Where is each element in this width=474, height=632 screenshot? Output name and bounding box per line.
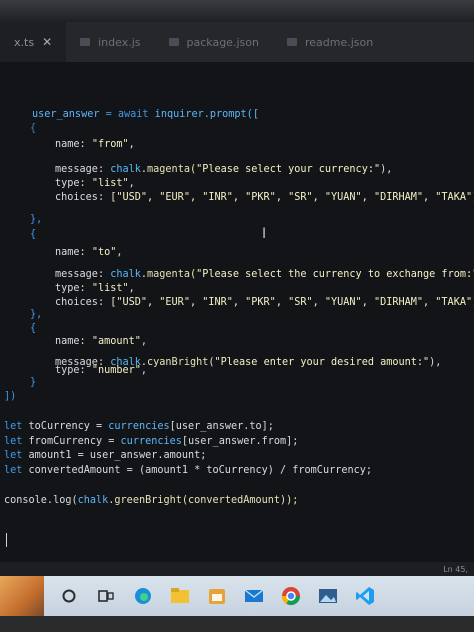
search-icon[interactable] [54,581,84,611]
code-line-7: }, [30,214,43,225]
code-line-17: type: "number", [55,365,148,376]
tab-index-js[interactable]: index.js [66,22,154,62]
code-line-13: }, [30,309,43,320]
code-line-1: user_answer = await inquirer.prompt([ [32,109,259,120]
vscode-icon[interactable] [350,581,380,611]
code-line-12: choices: ["USD", "EUR", "INR", "PKR", "S… [55,297,474,308]
tab-label: readme.json [304,35,374,49]
code-line-9: name: "to", [55,247,123,258]
close-icon[interactable]: ✕ [42,35,52,49]
code-line-4: message: chalk.magenta("Please select yo… [55,164,393,175]
windows-taskbar [0,576,474,616]
code-line-19: ]) [4,391,17,402]
code-line-21: let fromCurrency = currencies[user_answe… [4,436,299,447]
monitor-bezel-bottom [0,616,474,632]
file-icon [286,38,297,46]
code-line-15: name: "amount", [55,336,148,347]
code-line-2: { [30,123,37,134]
tab-x-ts[interactable]: x.ts ✕ [0,22,67,62]
cursor-position[interactable]: Ln 45, [443,565,468,574]
editor-tab-bar: x.ts ✕ index.js package.json readme.json [0,22,474,62]
ibeam-cursor-icon: I [262,226,267,242]
photos-icon[interactable] [313,581,343,611]
status-bar: Ln 45, [0,562,474,576]
task-view-icon[interactable] [91,581,121,611]
code-line-8: { [30,229,37,240]
code-line-10: message: chalk.magenta("Please select th… [55,269,474,280]
text-caret [6,533,7,547]
code-line-24: console.log(chalk.greenBright(convertedA… [4,495,299,506]
tab-readme-json[interactable]: readme.json [273,22,387,62]
code-line-22: let amount1 = user_answer.amount; [4,450,207,461]
code-line-5: type: "list", [55,178,135,189]
code-editor[interactable]: user_answer = await inquirer.prompt([ { … [0,62,474,562]
tab-label: package.json [186,35,259,49]
code-line-14: { [30,323,37,334]
code-line-20: let toCurrency = currencies[user_answer.… [4,421,274,432]
mail-icon[interactable] [239,581,269,611]
code-line-23: let convertedAmount = (amount1 * toCurre… [4,465,373,476]
code-line-6: choices: ["USD", "EUR", "INR", "PKR", "S… [55,192,474,203]
file-icon [80,38,91,46]
code-line-11: type: "list", [55,283,135,294]
file-icon [168,38,179,46]
tab-label: x.ts [14,35,35,49]
chrome-icon[interactable] [276,581,306,611]
code-line-3: name: "from", [55,139,135,150]
tab-package-json[interactable]: package.json [155,22,273,62]
file-explorer-icon[interactable] [165,581,195,611]
code-line-18: } [30,377,37,388]
tab-label: index.js [98,35,141,49]
edge-icon[interactable] [128,581,158,611]
start-button[interactable] [0,576,44,616]
monitor-bezel-top [0,0,474,22]
calendar-icon[interactable] [202,581,232,611]
